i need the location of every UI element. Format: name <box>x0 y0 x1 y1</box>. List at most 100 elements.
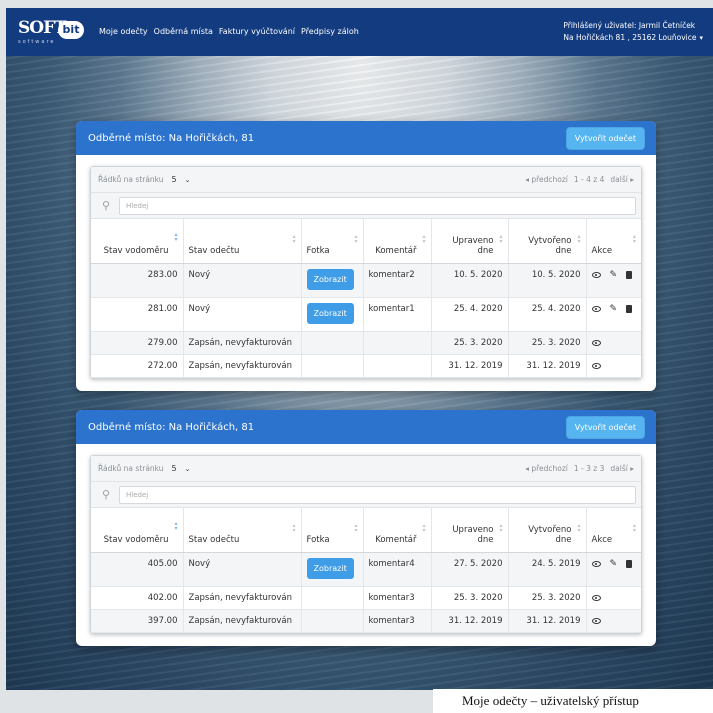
eye-icon[interactable] <box>591 362 601 369</box>
col-header-stav-odectu[interactable]: Stav odečtu ▴ ▾ <box>183 219 302 264</box>
rows-per-page-label: Řádků na stránku <box>98 175 164 184</box>
cell-vytvoreno: 31. 12. 2019 <box>508 354 587 378</box>
col-header-stav-vodomeru[interactable]: Stav vodoměru ▴ ▾ <box>91 219 184 264</box>
rows-per-page-select[interactable]: 5 <box>172 464 177 473</box>
search-icon: ⚲ <box>101 199 111 212</box>
cell-akce: ✎ <box>586 263 641 298</box>
col-header-akce[interactable]: Akce ▴ ▾ <box>586 219 641 264</box>
next-page-link[interactable]: další ▸ <box>610 175 634 184</box>
table-row: 281.00 Nový Zobrazit komentar1 25. 4. 20… <box>91 297 641 332</box>
trash-icon[interactable] <box>626 304 633 313</box>
col-header-vytvoreno[interactable]: Vytvořeno dne ▴ ▾ <box>508 508 587 553</box>
col-header-stav-vodomeru[interactable]: Stav vodoměru ▴ ▾ <box>91 508 184 553</box>
cell-akce <box>586 331 641 355</box>
table-toolbar: Řádků na stránku 5 ⌄ ◂ předchozí 1 - 3 z… <box>91 456 641 482</box>
cell-stav-vodomeru: 279.00 <box>91 331 184 355</box>
readings-table-panel: Řádků na stránku 5 ⌄ ◂ předchozí 1 - 3 z… <box>90 455 642 634</box>
softbit-logo[interactable]: SOFT bit software <box>18 18 84 46</box>
eye-icon[interactable] <box>591 594 601 601</box>
cell-stav-odectu: Nový <box>183 552 302 587</box>
table-row: 272.00 Zapsán, nevyfakturován 31. 12. 20… <box>91 354 641 378</box>
rows-per-page-select[interactable]: 5 <box>172 175 177 184</box>
cell-komentar <box>363 331 432 355</box>
table-row: 279.00 Zapsán, nevyfakturován 25. 3. 202… <box>91 331 641 355</box>
pencil-icon[interactable]: ✎ <box>610 559 618 569</box>
search-icon: ⚲ <box>101 488 111 501</box>
next-page-link[interactable]: další ▸ <box>610 464 634 473</box>
cell-fotka: Zobrazit <box>301 263 364 298</box>
sort-icon: ▴ ▾ <box>499 233 503 245</box>
search-input[interactable]: Hledej <box>119 196 636 215</box>
cell-fotka <box>301 354 364 378</box>
logo-subtitle: software <box>18 39 56 45</box>
cell-komentar: komentar3 <box>363 586 432 610</box>
cell-stav-odectu: Zapsán, nevyfakturován <box>183 609 302 633</box>
cell-upraveno: 31. 12. 2019 <box>431 354 509 378</box>
col-header-akce[interactable]: Akce ▴ ▾ <box>586 508 641 553</box>
user-menu[interactable]: Přihlášený uživatel: Jarmil Četníček Na … <box>563 20 703 44</box>
prev-page-link[interactable]: ◂ předchozí <box>525 464 568 473</box>
eye-icon[interactable] <box>591 305 601 312</box>
user-address-line: Na Hořičkách 81 , 25162 Louňovice <box>563 33 697 42</box>
cell-akce <box>586 609 641 633</box>
cell-komentar: komentar2 <box>363 263 432 298</box>
cell-vytvoreno: 31. 12. 2019 <box>508 609 587 633</box>
create-reading-button[interactable]: Vytvořit odečet <box>565 126 645 150</box>
cell-akce <box>586 354 641 378</box>
cell-stav-vodomeru: 272.00 <box>91 354 184 378</box>
table-row: 405.00 Nový Zobrazit komentar4 27. 5. 20… <box>91 552 641 587</box>
card-header: Odběrné místo: Na Hořičkách, 81 Vytvořit… <box>76 410 656 444</box>
sort-icon: ▴ ▾ <box>354 522 358 534</box>
cell-stav-vodomeru: 397.00 <box>91 609 184 633</box>
trash-icon[interactable] <box>626 270 633 279</box>
sort-icon: ▴ ▾ <box>292 522 296 534</box>
top-navbar: SOFT bit software Moje odečty Odběrná mí… <box>6 8 713 56</box>
cell-vytvoreno: 25. 4. 2020 <box>508 297 587 332</box>
show-photo-button[interactable]: Zobrazit <box>306 557 354 579</box>
pencil-icon[interactable]: ✎ <box>610 270 618 280</box>
nav-link-odberna-mista[interactable]: Odběrná místa <box>154 27 213 36</box>
search-input[interactable]: Hledej <box>119 485 636 504</box>
pencil-icon[interactable]: ✎ <box>610 304 618 314</box>
eye-icon[interactable] <box>591 271 601 278</box>
prev-page-link[interactable]: ◂ předchozí <box>525 175 568 184</box>
trash-icon[interactable] <box>626 559 633 568</box>
show-photo-button[interactable]: Zobrazit <box>306 268 354 290</box>
table-row: 397.00 Zapsán, nevyfakturován komentar3 … <box>91 609 641 633</box>
screenshot-frame: SOFT bit software Moje odečty Odběrná mí… <box>6 8 713 690</box>
cell-komentar: komentar1 <box>363 297 432 332</box>
nav-link-faktury[interactable]: Faktury vyúčtování <box>219 27 295 36</box>
logo-bit: bit <box>58 21 84 39</box>
cell-stav-vodomeru: 283.00 <box>91 263 184 298</box>
show-photo-button[interactable]: Zobrazit <box>306 302 354 324</box>
eye-icon[interactable] <box>591 339 601 346</box>
meter-card: Odběrné místo: Na Hořičkách, 81 Vytvořit… <box>76 121 656 391</box>
cell-akce <box>586 586 641 610</box>
cell-komentar <box>363 354 432 378</box>
caret-down-icon: ▾ <box>699 34 703 42</box>
cell-upraveno: 27. 5. 2020 <box>431 552 509 587</box>
create-reading-button[interactable]: Vytvořit odečet <box>565 415 645 439</box>
col-header-vytvoreno[interactable]: Vytvořeno dne ▴ ▾ <box>508 219 587 264</box>
col-header-fotka[interactable]: Fotka ▴ ▾ <box>301 508 364 553</box>
chevron-down-icon[interactable]: ⌄ <box>185 176 191 184</box>
user-name-line: Přihlášený uživatel: Jarmil Četníček <box>563 21 696 30</box>
col-header-upraveno[interactable]: Upraveno dne ▴ ▾ <box>431 219 509 264</box>
col-header-stav-odectu[interactable]: Stav odečtu ▴ ▾ <box>183 508 302 553</box>
sort-icon: ▴ ▾ <box>174 231 178 243</box>
table-row: 283.00 Nový Zobrazit komentar2 10. 5. 20… <box>91 263 641 298</box>
cell-vytvoreno: 24. 5. 2019 <box>508 552 587 587</box>
cell-stav-odectu: Zapsán, nevyfakturován <box>183 586 302 610</box>
col-header-upraveno[interactable]: Upraveno dne ▴ ▾ <box>431 508 509 553</box>
sort-icon: ▴ ▾ <box>422 522 426 534</box>
eye-icon[interactable] <box>591 560 601 567</box>
chevron-down-icon[interactable]: ⌄ <box>185 465 191 473</box>
cell-stav-vodomeru: 402.00 <box>91 586 184 610</box>
col-header-komentar[interactable]: Komentář ▴ ▾ <box>363 508 432 553</box>
card-header: Odběrné místo: Na Hořičkách, 81 Vytvořit… <box>76 121 656 155</box>
nav-link-predpisy-zaloh[interactable]: Předpisy záloh <box>301 27 359 36</box>
col-header-fotka[interactable]: Fotka ▴ ▾ <box>301 219 364 264</box>
col-header-komentar[interactable]: Komentář ▴ ▾ <box>363 219 432 264</box>
nav-link-moje-odecty[interactable]: Moje odečty <box>99 27 148 36</box>
eye-icon[interactable] <box>591 617 601 624</box>
